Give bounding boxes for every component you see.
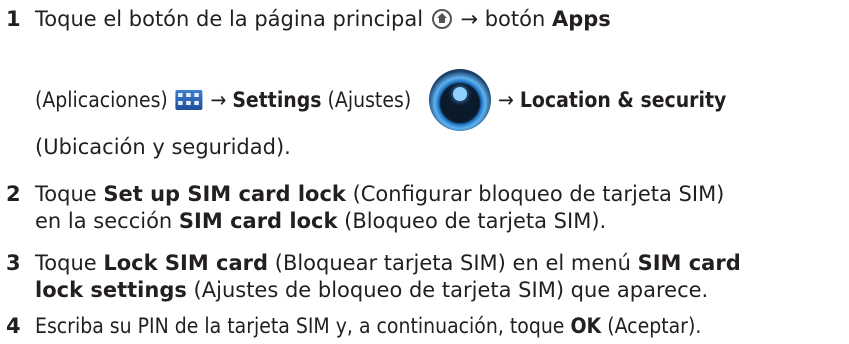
ui-term: Settings (232, 88, 322, 112)
step-text: → (210, 88, 227, 112)
ui-term: Lock SIM card (103, 251, 269, 275)
step-4-line-1: Escriba su PIN de la tarjeta SIM y, a co… (35, 314, 775, 339)
step-2-line-2: en la sección SIM card lock (Bloqueo de … (35, 209, 606, 234)
step-number: 1 (6, 7, 21, 31)
step-text: en la sección (35, 209, 173, 233)
ui-term: Set up SIM card lock (103, 182, 346, 206)
step-1-line-2-left: (Aplicaciones) → Settings (Ajustes) (35, 88, 411, 113)
settings-icon (429, 69, 491, 131)
step-text: (Bloqueo de tarjeta SIM). (344, 209, 607, 233)
apps-icon (175, 90, 203, 110)
step-text: (Ajustes de bloqueo de tarjeta SIM) que … (193, 278, 709, 302)
step-3-line-1: Toque Lock SIM card (Bloquear tarjeta SI… (35, 251, 741, 276)
step-number: 4 (6, 314, 21, 338)
ui-term: OK (570, 314, 602, 338)
step-text: (Bloquear tarjeta SIM) en el menú (274, 251, 631, 275)
step-text: (Aceptar). (607, 314, 702, 338)
ui-term: Apps (551, 7, 611, 31)
step-text: (Aplicaciones) (35, 88, 168, 112)
step-1-line-2-right-text: → Location & security (498, 88, 726, 113)
step-1-line-2: (Aplicaciones) → Settings (Ajustes) (35, 88, 453, 113)
step-text: → botón (460, 7, 546, 31)
ui-term: Location & security (519, 88, 727, 112)
step-text: (Configurar bloqueo de tarjeta SIM) (352, 182, 725, 206)
step-text: Toque el botón de la página principal (35, 7, 424, 31)
home-icon (431, 9, 452, 29)
step-4-line-1-text: Escriba su PIN de la tarjeta SIM y, a co… (35, 314, 701, 339)
step-number: 2 (6, 182, 21, 206)
step-text: (Ubicación y seguridad). (35, 135, 291, 159)
step-3-line-2: lock settings (Ajustes de bloqueo de tar… (35, 278, 708, 303)
ui-term: SIM card lock (178, 209, 338, 233)
ui-term: SIM card (637, 251, 741, 275)
step-1-line-1: Toque el botón de la página principal → … (35, 7, 611, 32)
ui-term: lock settings (35, 278, 187, 302)
step-1-line-3: (Ubicación y seguridad). (35, 135, 291, 160)
step-text: (Ajustes) (327, 88, 412, 112)
step-text: Toque (35, 251, 97, 275)
step-text: → (498, 88, 514, 112)
step-text: Escriba su PIN de la tarjeta SIM y, a co… (35, 314, 565, 338)
step-2-line-1: Toque Set up SIM card lock (Configurar b… (35, 182, 724, 207)
step-1-line-2-right: → Location & security (498, 88, 752, 113)
step-number: 3 (6, 251, 21, 275)
step-text: Toque (35, 182, 97, 206)
